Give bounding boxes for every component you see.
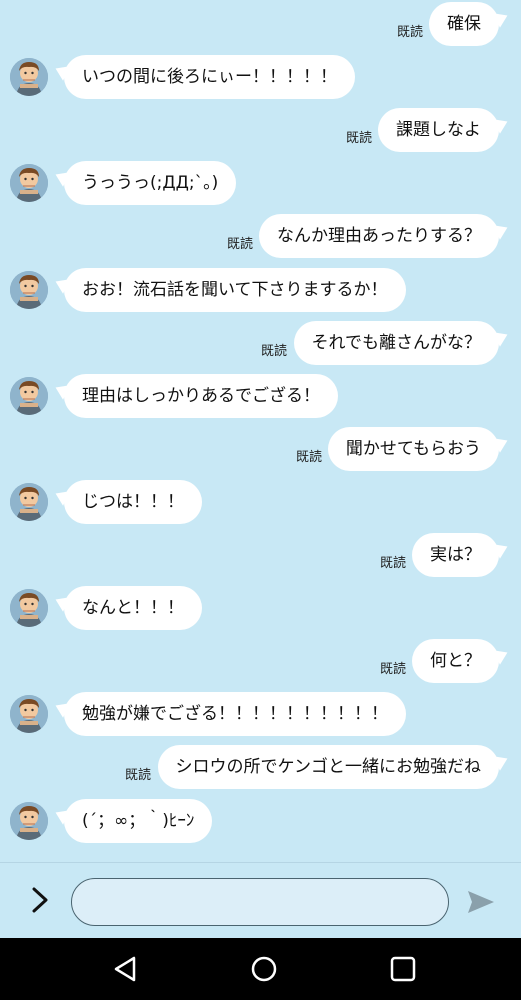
message-row-sent: シロウの所でケンゴと一緒にお勉強だね 既読 bbox=[0, 745, 521, 793]
received-message-bubble[interactable]: うっうっ(;ДД;`。) bbox=[64, 161, 237, 206]
avatar[interactable] bbox=[10, 58, 48, 97]
read-receipt: 既読 bbox=[261, 343, 288, 359]
received-message-bubble[interactable]: (´；∞；｀)ﾋｰﾝ bbox=[64, 798, 213, 843]
received-message-bubble[interactable]: いつの間に後ろにぃー！！！！！ bbox=[64, 55, 355, 100]
received-message-bubble[interactable]: じつは！！！ bbox=[64, 479, 202, 524]
message-row-sent: なんか理由あったりする？ 既読 bbox=[0, 214, 521, 262]
recents-icon[interactable] bbox=[386, 952, 420, 986]
message-row-sent: 何と？ 既読 bbox=[0, 639, 521, 687]
message-input[interactable] bbox=[71, 878, 449, 926]
avatar[interactable] bbox=[10, 270, 48, 309]
received-message-bubble[interactable]: なんと！！！ bbox=[64, 586, 202, 631]
read-receipt: 既読 bbox=[227, 237, 254, 253]
message-row-sent: 実は？ 既読 bbox=[0, 533, 521, 581]
sent-message-bubble[interactable]: シロウの所でケンゴと一緒にお勉強だね bbox=[157, 745, 499, 790]
sent-message-bubble[interactable]: 確保 bbox=[429, 2, 499, 46]
read-receipt: 既読 bbox=[380, 662, 407, 678]
read-receipt: 既読 bbox=[346, 131, 373, 147]
message-row-received: うっうっ(;ДД;`。) bbox=[0, 161, 521, 209]
send-icon[interactable] bbox=[466, 889, 496, 915]
read-receipt: 既読 bbox=[296, 449, 323, 465]
sent-message-bubble[interactable]: 聞かせてもらおう bbox=[327, 426, 499, 471]
message-row-sent: 聞かせてもらおう 既読 bbox=[0, 426, 521, 475]
avatar[interactable] bbox=[10, 695, 48, 734]
message-row-received: いつの間に後ろにぃー！！！！！ bbox=[0, 55, 521, 103]
system-nav-bar bbox=[0, 938, 521, 1000]
sent-message-bubble[interactable]: 課題しなよ bbox=[378, 108, 499, 153]
sent-message-bubble[interactable]: 実は？ bbox=[412, 533, 499, 577]
avatar[interactable] bbox=[10, 482, 48, 521]
sent-message-bubble[interactable]: それでも離さんがな？ bbox=[293, 320, 499, 365]
avatar[interactable] bbox=[10, 589, 48, 628]
message-row-received: 理由はしっかりあるでござる！ bbox=[0, 373, 521, 422]
back-icon[interactable] bbox=[108, 952, 142, 986]
message-row-sent: 課題しなよ 既読 bbox=[0, 108, 521, 156]
input-bar bbox=[0, 862, 521, 939]
sent-message-bubble[interactable]: なんか理由あったりする？ bbox=[259, 214, 499, 259]
read-receipt: 既読 bbox=[125, 768, 152, 784]
avatar[interactable] bbox=[10, 801, 48, 840]
message-row-received: おお！流石話を聞いて下さりまするか！ bbox=[0, 267, 521, 316]
read-receipt: 既読 bbox=[397, 25, 424, 40]
sent-message-bubble[interactable]: 何と？ bbox=[412, 639, 499, 684]
message-row-received: じつは！！！ bbox=[0, 479, 521, 528]
message-row-received: (´；∞；｀)ﾋｰﾝ bbox=[0, 798, 521, 847]
message-row-received: 勉強が嫌でござる！！！！！！！！！！ bbox=[0, 692, 521, 740]
message-row-received: なんと！！！ bbox=[0, 586, 521, 634]
message-row-sent: それでも離さんがな？ 既読 bbox=[0, 320, 521, 369]
received-message-bubble[interactable]: 理由はしっかりあるでござる！ bbox=[64, 373, 338, 418]
chevron-right-icon[interactable] bbox=[28, 885, 52, 915]
avatar[interactable] bbox=[10, 376, 48, 415]
avatar[interactable] bbox=[10, 164, 48, 203]
received-message-bubble[interactable]: おお！流石話を聞いて下さりまするか！ bbox=[64, 267, 406, 312]
chat-area: 確保 既読 いつの間に後ろにぃー！！！！！ 課題しなよ 既読 うっうっ(;ДД;`。) なん… bbox=[0, 0, 521, 862]
read-receipt: 既読 bbox=[380, 556, 407, 571]
received-message-bubble[interactable]: 勉強が嫌でござる！！！！！！！！！！ bbox=[64, 692, 406, 737]
message-row-sent: 確保 既読 bbox=[0, 2, 521, 50]
home-icon[interactable] bbox=[247, 952, 281, 986]
